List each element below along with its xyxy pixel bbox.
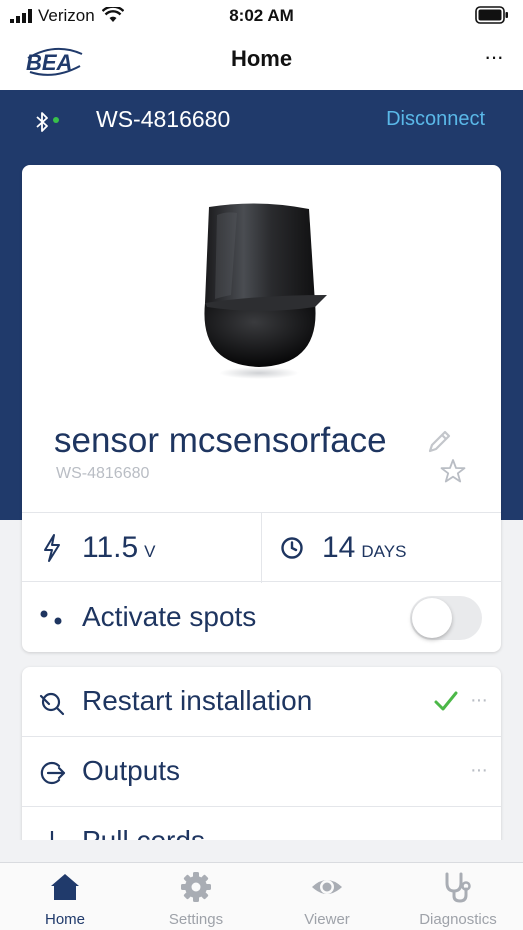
list-item-restart-installation[interactable]: Restart installation ··· [22,667,501,737]
more-options-button[interactable]: ··· [484,44,504,70]
page-title: Home [230,46,293,71]
home-icon [51,874,79,900]
favorite-star-icon[interactable] [439,457,467,485]
navigation-bar: BEA Home ··· [0,30,523,90]
list-item-outputs[interactable]: Outputs ··· [22,737,501,807]
sensor-image [204,203,327,379]
stat-divider [261,513,262,583]
spots-icon [40,610,62,625]
tab-home[interactable]: Home [0,863,130,930]
connection-status-dot [53,117,59,123]
actions-list: Restart installation ··· Outputs ··· Pul… [22,667,501,847]
activate-spots-label: Activate spots [82,601,257,632]
battery-icon [475,6,508,24]
clock-time: 8:02 AM [229,6,294,25]
disconnect-button[interactable]: Disconnect [386,108,485,131]
tab-label: Settings [168,911,224,928]
checkmark-icon [434,691,458,711]
pencil-icon[interactable] [424,427,454,457]
activate-spots-toggle[interactable] [410,596,482,640]
tab-label: Home [44,911,85,928]
list-item-label: Restart installation [82,685,313,716]
tab-viewer[interactable]: Viewer [262,863,392,930]
toggle-knob [412,598,452,638]
stethoscope-icon [445,872,471,903]
activate-spots-row: Activate spots [22,582,501,652]
voltage-value: 11.5 V [82,531,156,565]
days-number: 14 [322,531,356,564]
list-item-more-button[interactable]: ··· [470,759,488,782]
tab-settings[interactable]: Settings [131,863,261,930]
sensor-stats: 11.5 V 14 DAYS [22,512,501,583]
tab-bar: Home Settings Viewer Diagnostics [0,862,523,930]
status-bar: Verizon 8:02 AM [0,0,523,30]
voltage-number: 11.5 [82,531,139,564]
eye-icon [312,880,342,894]
voltage-unit: V [144,542,156,561]
tab-diagnostics[interactable]: Diagnostics [393,863,523,930]
tab-label: Diagnostics [419,911,497,928]
sensor-card: sensor mcsensorface WS-4816680 11.5 V 14 D… [22,165,501,652]
gear-icon [181,872,211,902]
list-scroll-cutoff [0,840,523,862]
outputs-icon [40,761,66,785]
days-value: 14 DAYS [322,531,406,565]
bluetooth-icon [36,112,48,132]
tab-label: Viewer [304,911,350,928]
sensor-name: sensor mcsensorface [54,421,387,460]
sensor-serial: WS-4816680 [56,465,150,482]
restart-icon [39,692,65,716]
bolt-icon [44,534,60,562]
connected-device-id: WS-4816680 [96,106,231,132]
list-item-label: Outputs [82,755,181,786]
clock-icon [281,537,303,559]
list-item-more-button[interactable]: ··· [470,689,488,712]
days-unit: DAYS [361,542,407,561]
